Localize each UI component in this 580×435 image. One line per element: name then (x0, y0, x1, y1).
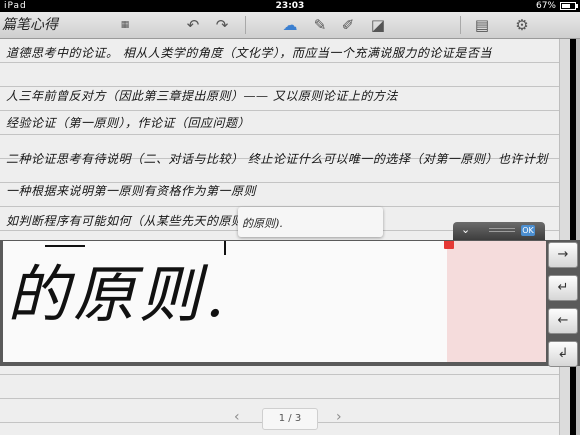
ink-text: 的原则. (7, 258, 229, 331)
confirm-button[interactable]: OK (521, 225, 535, 236)
handwritten-line-4: 二种论证思考有待说明（二、对话与比较） 终止论证什么可以唯一的选择（对第一原则）… (6, 152, 548, 166)
ipad-screen: iPad 23:03 67% 篇笔心得 ▦ ↶ ↷ ☁ ✎ ✐ ◪ ▤ ⚙ 道德… (0, 0, 580, 435)
writing-panel: 的原则. (0, 240, 580, 366)
space-right-button[interactable]: → (548, 242, 578, 268)
return-button[interactable]: ↵ (548, 275, 578, 301)
battery-fill (562, 4, 571, 8)
note-title[interactable]: 篇笔心得 (2, 14, 58, 34)
handwritten-line-5: 一种根据来说明第一原则有资格作为第一原则 (6, 184, 257, 198)
handwriting-preview-popup: 的原则). (238, 207, 383, 237)
writing-canvas[interactable]: 的原则. (3, 241, 546, 362)
handwritten-line-3: 经验论证（第一原则），作论证（回应问题） (6, 116, 251, 130)
drag-handle[interactable] (489, 228, 515, 234)
popup-text: 的原则). (242, 217, 283, 230)
undo-icon[interactable]: ↶ (183, 14, 203, 36)
toolbar-divider (460, 16, 461, 34)
redo-icon[interactable]: ↷ (212, 14, 232, 36)
panel-side-buttons: → ↵ ← ↲ (548, 242, 578, 374)
page-indicator[interactable]: 1 / 3 (262, 408, 318, 430)
battery-icon (560, 2, 578, 10)
page-margin (559, 39, 570, 435)
keyboard-icon[interactable]: ▦ (118, 14, 132, 36)
battery-indicator: 67% (535, 0, 578, 12)
status-bar: iPad 23:03 67% (0, 0, 580, 12)
toolbar-divider (245, 16, 246, 34)
top-toolbar: 篇笔心得 ▦ ↶ ↷ ☁ ✎ ✐ ◪ ▤ ⚙ (0, 12, 580, 39)
next-write-zone[interactable] (447, 241, 546, 362)
newline-button[interactable]: ↲ (548, 341, 578, 367)
clock: 23:03 (275, 1, 305, 11)
eraser-icon[interactable]: ◪ (368, 14, 388, 36)
highlighter-icon[interactable]: ✐ (338, 14, 358, 36)
scrollbar[interactable] (576, 39, 580, 435)
pen-icon[interactable]: ✎ (310, 14, 330, 36)
handwritten-line-2: 人三年前曾反对方（因此第三章提出原则）—— 又以原则论证上的方法 (6, 89, 398, 103)
handwritten-line-6: 如判断程序有可能如何（从某些先天的原则） (6, 214, 257, 228)
page-navigator: ‹ 1 / 3 › (0, 400, 570, 435)
cloud-icon[interactable]: ☁ (280, 14, 300, 36)
pages-icon[interactable]: ▤ (472, 14, 492, 36)
previous-page-icon[interactable]: ‹ (234, 409, 240, 425)
ink-stroke (224, 241, 226, 255)
handwritten-line-1: 道德思考中的论证。 相从人类学的角度（文化学），而应当一个充满说服力的论证是否当 (6, 46, 492, 60)
battery-percent: 67% (535, 1, 556, 11)
next-page-icon[interactable]: › (336, 409, 342, 425)
collapse-icon[interactable]: ⌄ (461, 223, 470, 236)
writing-panel-tab[interactable]: ⌄ OK (453, 222, 545, 240)
ink-stroke (45, 245, 85, 247)
settings-icon[interactable]: ⚙ (512, 14, 532, 36)
backspace-button[interactable]: ← (548, 308, 578, 334)
cursor-marker-icon (444, 241, 454, 249)
